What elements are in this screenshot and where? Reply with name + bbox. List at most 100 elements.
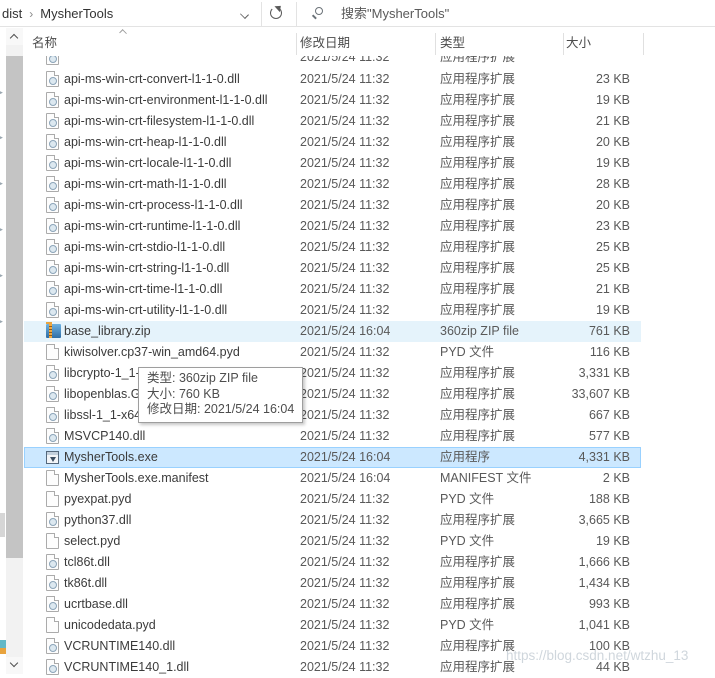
file-row[interactable]: tcl86t.dll 2021/5/24 11:32 应用程序扩展 1,666 … <box>24 552 641 573</box>
file-row[interactable]: api-ms-win-crt-time-l1-1-0.dll 2021/5/24… <box>24 279 641 300</box>
file-size: 1,041 KB <box>530 615 630 636</box>
file-name: api-ms-win-crt-locale-l1-1-0.dll <box>64 153 296 174</box>
file-row[interactable]: api-ms-win-crt-stdio-l1-1-0.dll 2021/5/2… <box>24 237 641 258</box>
file-size: 19 KB <box>530 153 630 174</box>
file-list: api-ms-win-crt-convert-l1-1-0.dll 2021/5… <box>0 0 715 674</box>
file-row[interactable]: pyexpat.pyd 2021/5/24 11:32 PYD 文件 188 K… <box>24 489 641 510</box>
file-date: 2021/5/24 16:04 <box>300 468 430 489</box>
file-row[interactable]: api-ms-win-crt-math-l1-1-0.dll 2021/5/24… <box>24 174 641 195</box>
file-name: kiwisolver.cp37-win_amd64.pyd <box>64 342 296 363</box>
file-size: 1,666 KB <box>530 552 630 573</box>
file-name: tcl86t.dll <box>64 552 296 573</box>
file-size: 116 KB <box>530 342 630 363</box>
file-date: 2021/5/24 11:32 <box>300 300 430 321</box>
file-row[interactable]: MysherTools.exe.manifest 2021/5/24 16:04… <box>24 468 641 489</box>
file-date: 2021/5/24 11:32 <box>300 384 430 405</box>
file-row[interactable]: api-ms-win-crt-environment-l1-1-0.dll 20… <box>24 90 641 111</box>
file-icon <box>46 134 59 150</box>
file-size: 21 KB <box>530 111 630 132</box>
file-row[interactable]: select.pyd 2021/5/24 11:32 PYD 文件 19 KB <box>24 531 641 552</box>
file-date: 2021/5/24 11:32 <box>300 279 430 300</box>
file-row[interactable]: ucrtbase.dll 2021/5/24 11:32 应用程序扩展 993 … <box>24 594 641 615</box>
file-row[interactable]: libssl-1_1-x64.dll 2021/5/24 11:32 应用程序扩… <box>24 405 641 426</box>
file-row[interactable]: MSVCP140.dll 2021/5/24 11:32 应用程序扩展 577 … <box>24 426 641 447</box>
file-name: api-ms-win-crt-convert-l1-1-0.dll <box>64 69 296 90</box>
file-size: 19 KB <box>530 300 630 321</box>
file-icon <box>46 451 59 464</box>
file-size: 21 KB <box>530 279 630 300</box>
file-icon <box>46 554 59 570</box>
file-icon <box>46 302 59 318</box>
file-icon <box>46 575 59 591</box>
file-row[interactable]: VCRUNTIME140_1.dll 2021/5/24 11:32 应用程序扩… <box>24 657 641 678</box>
file-row[interactable]: VCRUNTIME140.dll 2021/5/24 11:32 应用程序扩展 … <box>24 636 641 657</box>
file-icon <box>46 92 59 108</box>
file-row[interactable]: api-ms-win-crt-locale-l1-1-0.dll 2021/5/… <box>24 153 641 174</box>
file-icon <box>46 344 59 360</box>
file-size: 33,607 KB <box>530 384 630 405</box>
file-date: 2021/5/24 16:04 <box>300 447 430 468</box>
file-size: 761 KB <box>530 321 630 342</box>
file-row[interactable]: unicodedata.pyd 2021/5/24 11:32 PYD 文件 1… <box>24 615 641 636</box>
file-icon <box>46 239 59 255</box>
file-icon <box>46 659 59 675</box>
file-name: api-ms-win-crt-environment-l1-1-0.dll <box>64 90 296 111</box>
file-date: 2021/5/24 11:32 <box>300 258 430 279</box>
file-name: VCRUNTIME140_1.dll <box>64 657 296 678</box>
file-icon <box>46 617 59 633</box>
file-date: 2021/5/24 11:32 <box>300 636 430 657</box>
file-size: 25 KB <box>530 237 630 258</box>
file-row[interactable]: api-ms-win-crt-process-l1-1-0.dll 2021/5… <box>24 195 641 216</box>
file-name: MysherTools.exe.manifest <box>64 468 296 489</box>
file-date: 2021/5/24 11:32 <box>300 363 430 384</box>
file-name: api-ms-win-crt-process-l1-1-0.dll <box>64 195 296 216</box>
file-name: python37.dll <box>64 510 296 531</box>
file-row[interactable]: python37.dll 2021/5/24 11:32 应用程序扩展 3,66… <box>24 510 641 531</box>
file-icon <box>46 324 61 338</box>
file-name: api-ms-win-crt-math-l1-1-0.dll <box>64 174 296 195</box>
file-name: select.pyd <box>64 531 296 552</box>
file-row[interactable]: base_library.zip 2021/5/24 16:04 360zip … <box>24 321 641 342</box>
file-icon <box>46 260 59 276</box>
file-name: base_library.zip <box>64 321 296 342</box>
file-icon <box>46 197 59 213</box>
file-icon <box>46 386 59 402</box>
file-date: 2021/5/24 11:32 <box>300 615 430 636</box>
file-row[interactable]: api-ms-win-crt-filesystem-l1-1-0.dll 202… <box>24 111 641 132</box>
file-size: 3,331 KB <box>530 363 630 384</box>
file-row[interactable]: kiwisolver.cp37-win_amd64.pyd 2021/5/24 … <box>24 342 641 363</box>
file-size: 20 KB <box>530 195 630 216</box>
file-row[interactable]: api-ms-win-crt-runtime-l1-1-0.dll 2021/5… <box>24 216 641 237</box>
tooltip-size-line: 大小: 760 KB <box>147 387 294 403</box>
file-date: 2021/5/24 11:32 <box>300 531 430 552</box>
file-date: 2021/5/24 16:04 <box>300 321 430 342</box>
tooltip-date-line: 修改日期: 2021/5/24 16:04 <box>147 402 294 418</box>
file-size: 23 KB <box>530 69 630 90</box>
file-name: api-ms-win-crt-string-l1-1-0.dll <box>64 258 296 279</box>
file-row[interactable]: api-ms-win-crt-string-l1-1-0.dll 2021/5/… <box>24 258 641 279</box>
file-icon <box>46 428 59 444</box>
file-row[interactable]: api-ms-win-crt-utility-l1-1-0.dll 2021/5… <box>24 300 641 321</box>
file-row[interactable]: api-ms-win-crt-heap-l1-1-0.dll 2021/5/24… <box>24 132 641 153</box>
file-row[interactable]: MysherTools.exe 2021/5/24 16:04 应用程序 4,3… <box>24 447 641 468</box>
file-size: 1,434 KB <box>530 573 630 594</box>
file-size: 577 KB <box>530 426 630 447</box>
file-size: 25 KB <box>530 258 630 279</box>
file-date: 2021/5/24 11:32 <box>300 69 430 90</box>
file-row[interactable]: tk86t.dll 2021/5/24 11:32 应用程序扩展 1,434 K… <box>24 573 641 594</box>
file-icon <box>46 491 59 507</box>
file-icon <box>46 365 59 381</box>
file-date: 2021/5/24 11:32 <box>300 216 430 237</box>
file-row[interactable]: libopenblas.GK7G 2021/5/24 11:32 应用程序扩展 … <box>24 384 641 405</box>
file-row[interactable]: api-ms-win-crt-convert-l1-1-0.dll 2021/5… <box>24 69 641 90</box>
file-icon <box>46 533 59 549</box>
file-name: MysherTools.exe <box>64 447 296 468</box>
file-date: 2021/5/24 11:32 <box>300 90 430 111</box>
file-date: 2021/5/24 11:32 <box>300 573 430 594</box>
file-date: 2021/5/24 11:32 <box>300 426 430 447</box>
file-row[interactable]: libcrypto-1_1-x64. 2021/5/24 11:32 应用程序扩… <box>24 363 641 384</box>
file-size: 188 KB <box>530 489 630 510</box>
file-date: 2021/5/24 11:32 <box>300 195 430 216</box>
tooltip: 类型: 360zip ZIP file 大小: 760 KB 修改日期: 202… <box>138 367 303 423</box>
file-date: 2021/5/24 11:32 <box>300 132 430 153</box>
